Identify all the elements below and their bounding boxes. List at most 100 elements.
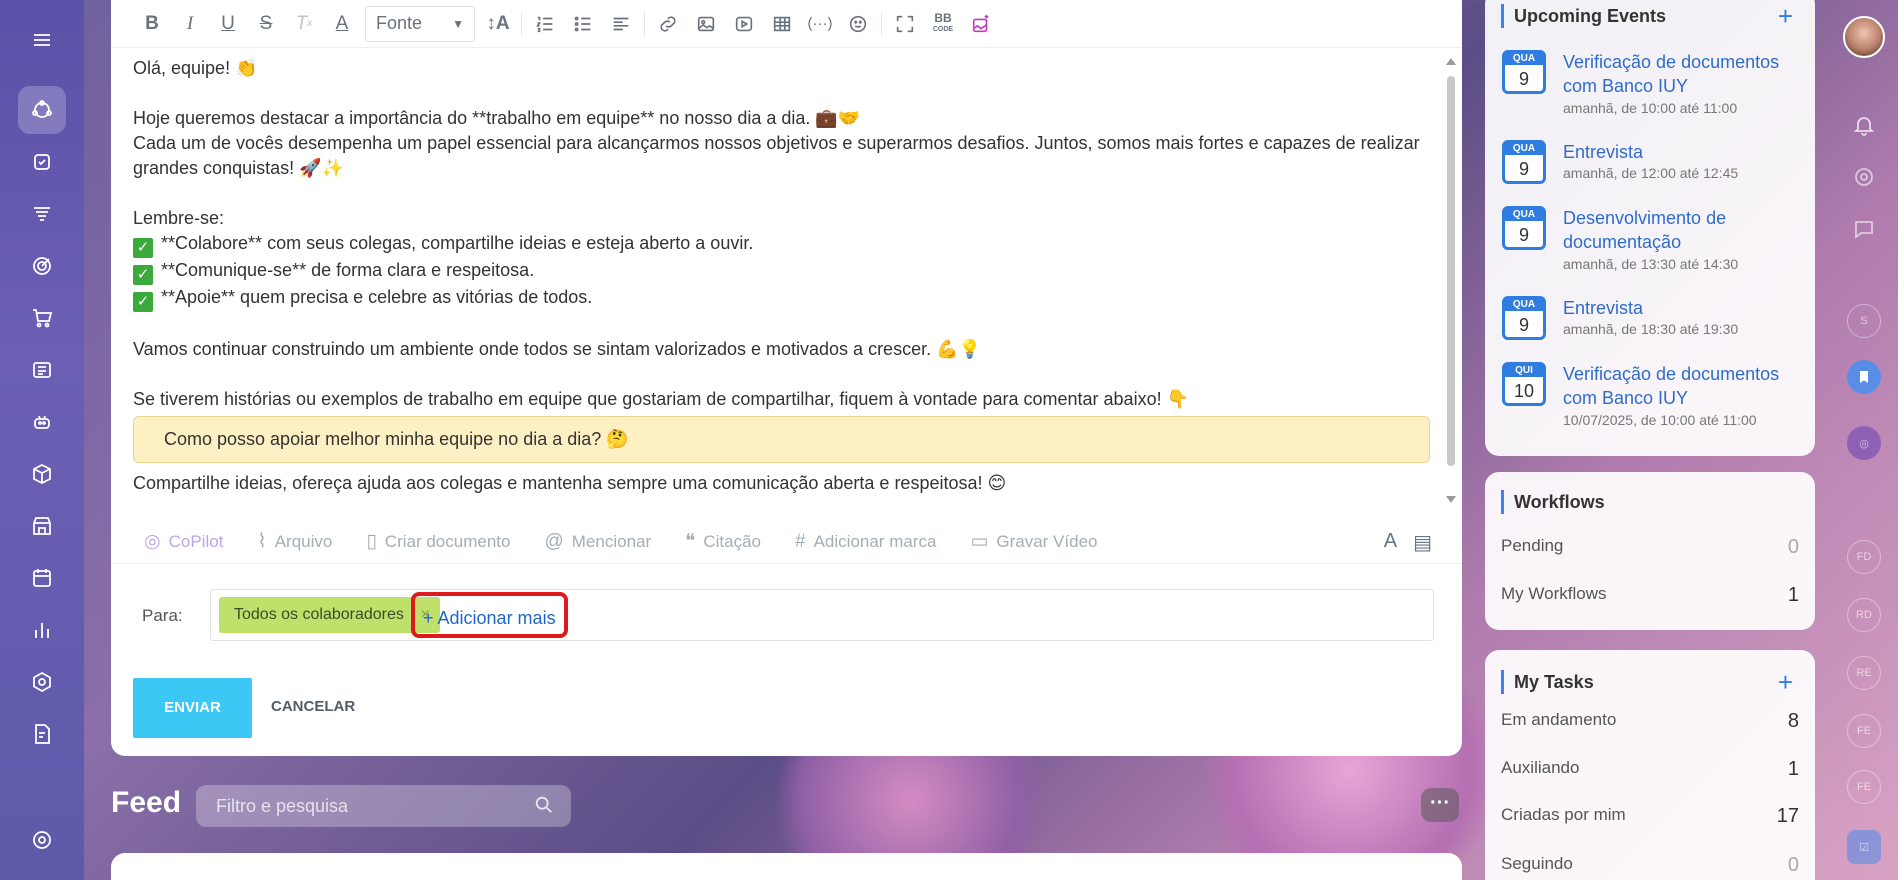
funnel-nav-icon[interactable] xyxy=(18,190,66,238)
bookmark-icon[interactable] xyxy=(1847,360,1881,394)
add-more-recipients-button[interactable]: + Adicionar mais xyxy=(411,592,568,638)
workflow-row[interactable]: Pending 0 xyxy=(1501,536,1799,559)
store-nav-icon[interactable] xyxy=(18,502,66,550)
italic-button[interactable]: I xyxy=(171,6,209,42)
copilot-rail-icon[interactable]: ◎ xyxy=(1847,426,1881,460)
bulleted-list-button[interactable] xyxy=(564,6,602,42)
feed-search-input[interactable]: Filtro e pesquisa xyxy=(196,785,571,827)
recipients-field[interactable]: Todos os colaboradores × + Adicionar mai… xyxy=(210,589,1434,641)
workflow-row-label: Pending xyxy=(1501,536,1564,555)
send-button[interactable]: ENVIAR xyxy=(133,678,252,738)
copilot-button[interactable]: ◎ CoPilot xyxy=(144,530,223,553)
message-editor[interactable]: Olá, equipe! 👏 Hoje queremos destacar a … xyxy=(133,56,1433,506)
event-title[interactable]: Verificação de documentos com Banco IUY xyxy=(1563,50,1793,98)
event-title[interactable]: Desenvolvimento de documentação xyxy=(1563,206,1793,254)
image-button[interactable] xyxy=(687,6,725,42)
search-icon[interactable] xyxy=(533,794,555,816)
font-size-button[interactable]: ↕A xyxy=(479,6,517,42)
cancel-button[interactable]: CANCELAR xyxy=(271,698,355,715)
create-document-button[interactable]: ▯ Criar documento xyxy=(366,530,510,553)
chat-icon[interactable] xyxy=(1847,212,1881,246)
video-button[interactable] xyxy=(725,6,763,42)
table-button[interactable] xyxy=(763,6,801,42)
toolbar-divider xyxy=(644,11,645,36)
event-title[interactable]: Entrevista xyxy=(1563,140,1793,164)
panel-toggle-icon[interactable]: ▤ xyxy=(1413,530,1432,555)
analytics-nav-icon[interactable] xyxy=(18,606,66,654)
link-button[interactable] xyxy=(649,6,687,42)
bold-button[interactable]: B xyxy=(133,6,171,42)
add-tag-button[interactable]: # Adicionar marca xyxy=(795,531,936,553)
cart-nav-icon[interactable] xyxy=(18,294,66,342)
scroll-up-icon[interactable] xyxy=(1446,58,1456,65)
task-row-count: 1 xyxy=(1787,758,1799,780)
left-sidebar xyxy=(0,0,84,880)
workflow-row-label: My Workflows xyxy=(1501,584,1607,603)
hexagon-nav-icon[interactable] xyxy=(18,658,66,706)
workflow-row[interactable]: My Workflows 1 xyxy=(1501,584,1799,607)
quote-button[interactable]: ❝ Citação xyxy=(685,530,761,553)
contact-avatar[interactable]: FE xyxy=(1847,714,1881,748)
news-nav-icon[interactable] xyxy=(18,346,66,394)
calendar-nav-icon[interactable] xyxy=(18,554,66,602)
my-tasks-title: My Tasks xyxy=(1501,670,1594,694)
editor-line: Compartilhe ideias, ofereça ajuda aos co… xyxy=(133,473,1007,493)
magic-image-icon xyxy=(972,14,989,32)
text-format-icon[interactable]: A xyxy=(1384,530,1397,555)
document-sign-nav-icon[interactable] xyxy=(18,710,66,758)
numbered-list-button[interactable] xyxy=(526,6,564,42)
robot-nav-icon[interactable] xyxy=(18,398,66,446)
recipient-tag[interactable]: Todos os colaboradores × xyxy=(219,597,440,633)
editor-line: Lembre-se: xyxy=(133,208,225,228)
scrollbar-thumb[interactable] xyxy=(1447,76,1455,466)
clear-format-button[interactable]: Tx xyxy=(285,6,323,42)
bulleted-list-icon xyxy=(574,16,591,31)
code-button[interactable]: (···) xyxy=(801,6,839,42)
record-video-button[interactable]: ▭ Gravar Vídeo xyxy=(970,530,1097,553)
task-row[interactable]: Auxiliando 1 xyxy=(1501,758,1799,781)
contact-avatar[interactable]: RD xyxy=(1847,598,1881,632)
task-row[interactable]: Criadas por mim 17 xyxy=(1501,805,1799,828)
quote-icon: ❝ xyxy=(685,531,696,552)
bbcode-button[interactable]: BB CODE xyxy=(924,6,962,42)
menu-icon[interactable] xyxy=(18,16,66,64)
calendar-date-icon: QUA 9 xyxy=(1502,296,1546,340)
workflows-title: Workflows xyxy=(1501,490,1605,514)
settings-nav-icon[interactable] xyxy=(18,816,66,864)
contact-avatar[interactable]: FE xyxy=(1847,770,1881,804)
box-nav-icon[interactable] xyxy=(18,450,66,498)
text-color-button[interactable]: A xyxy=(323,6,361,42)
editor-line: Hoje queremos destacar a importância do … xyxy=(133,108,861,128)
add-event-icon[interactable]: + xyxy=(1778,3,1793,29)
underline-button[interactable]: U xyxy=(209,6,247,42)
task-row[interactable]: Em andamento 8 xyxy=(1501,710,1799,733)
font-select[interactable]: Fonte ▼ xyxy=(365,5,475,42)
task-row[interactable]: Seguindo 0 xyxy=(1501,854,1799,877)
ai-image-button[interactable] xyxy=(962,6,1000,42)
checklist-rail-icon[interactable]: ☑ xyxy=(1847,830,1881,864)
activity-icon[interactable] xyxy=(1847,160,1881,194)
event-title[interactable]: Verificação de documentos com Banco IUY xyxy=(1563,362,1793,410)
emoji-button[interactable] xyxy=(839,6,877,42)
contact-avatar[interactable]: S xyxy=(1847,304,1881,338)
composer-right-actions: A ▤ xyxy=(1384,530,1432,555)
contact-avatar[interactable]: RE xyxy=(1847,656,1881,690)
feed-nav-icon[interactable] xyxy=(18,86,66,134)
bell-icon[interactable] xyxy=(1847,108,1881,142)
editor-scrollbar[interactable] xyxy=(1444,52,1456,512)
scroll-down-icon[interactable] xyxy=(1446,496,1456,503)
event-title[interactable]: Entrevista xyxy=(1563,296,1793,320)
feed-more-button[interactable]: ··· xyxy=(1421,788,1459,822)
target-nav-icon[interactable] xyxy=(18,242,66,290)
file-button[interactable]: ⌇ Arquivo xyxy=(257,530,332,553)
avatar[interactable] xyxy=(1843,16,1885,58)
mention-button[interactable]: @ Mencionar xyxy=(544,531,651,553)
contact-avatar[interactable]: FD xyxy=(1847,540,1881,574)
add-task-icon[interactable]: + xyxy=(1778,669,1793,695)
fullscreen-button[interactable] xyxy=(886,6,924,42)
tasks-nav-icon[interactable] xyxy=(18,138,66,186)
fullscreen-icon xyxy=(896,15,914,32)
strikethrough-button[interactable]: S xyxy=(247,6,285,42)
checkmark-icon: ✓ xyxy=(133,238,153,258)
align-button[interactable] xyxy=(602,6,640,42)
